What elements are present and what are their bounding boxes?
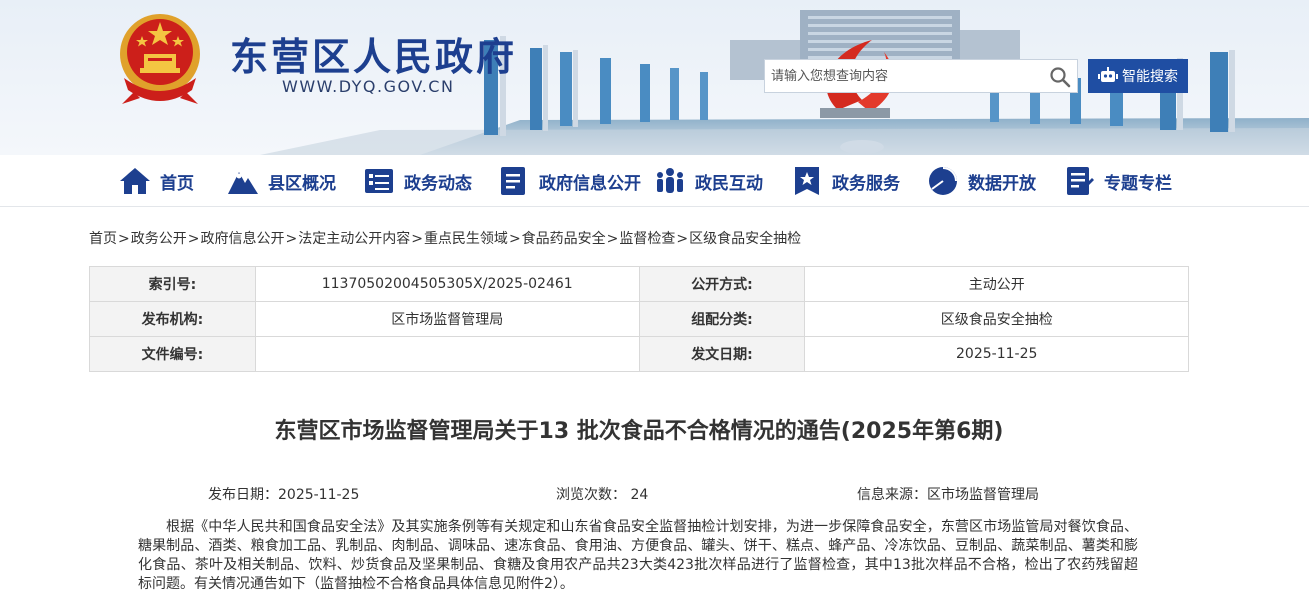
star-badge-icon — [795, 167, 819, 195]
news-list-icon — [365, 169, 393, 193]
nav-label: 数据开放 — [968, 173, 1036, 194]
publisher-label: 发布机构: — [89, 301, 256, 337]
breadcrumb-separator: > — [606, 231, 619, 247]
breadcrumb: 首页>政务公开>政府信息公开>法定主动公开内容>重点民生领域>食品药品安全>监督… — [89, 228, 801, 248]
nav-item-open-data[interactable]: 数据开放 — [926, 155, 1036, 207]
breadcrumb-link[interactable]: 区级食品安全抽检 — [689, 231, 801, 247]
breadcrumb-separator: > — [187, 231, 200, 247]
nav-item-services[interactable]: 政务服务 — [790, 155, 900, 207]
pie-chart-icon — [929, 167, 957, 195]
info-source: 信息来源：区市场监督管理局 — [857, 487, 1039, 503]
document-icon — [501, 167, 525, 195]
table-row: 索引号: 11370502004505305X/2025-02461 公开方式:… — [89, 266, 1189, 302]
national-emblem-logo — [120, 14, 200, 104]
mountain-icon — [228, 172, 258, 194]
nav-label: 政务服务 — [832, 173, 900, 194]
nav-label: 专题专栏 — [1104, 173, 1172, 194]
nav-label: 县区概况 — [268, 173, 336, 194]
breadcrumb-link[interactable]: 重点民生领域 — [424, 231, 508, 247]
header-banner: 东营区人民政府 WWW.DYQ.GOV.CN 智能搜索 — [0, 0, 1309, 155]
doc-number-label: 文件编号: — [89, 336, 256, 372]
smart-search-label: 智能搜索 — [1122, 69, 1178, 85]
breadcrumb-separator: > — [508, 231, 521, 247]
nav-item-home[interactable]: 首页 — [118, 155, 194, 207]
nav-item-info-disclosure[interactable]: 政府信息公开 — [497, 155, 641, 207]
breadcrumb-separator: > — [411, 231, 423, 247]
clipboard-icon — [1067, 167, 1094, 195]
index-label: 索引号: — [89, 266, 256, 302]
breadcrumb-link[interactable]: 政府信息公开 — [200, 231, 284, 247]
nav-label: 政民互动 — [695, 173, 763, 194]
breadcrumb-link[interactable]: 法定主动公开内容 — [298, 231, 410, 247]
public-mode-label: 公开方式: — [638, 266, 806, 302]
breadcrumb-link[interactable]: 监督检查 — [619, 231, 675, 247]
search-input[interactable] — [765, 60, 1041, 92]
breadcrumb-separator: > — [676, 231, 689, 247]
breadcrumb-link[interactable]: 首页 — [89, 231, 117, 247]
nav-item-gov-news[interactable]: 政务动态 — [362, 155, 472, 207]
publish-date: 发布日期：2025-11-25 — [208, 487, 360, 503]
category-label: 组配分类: — [638, 301, 806, 337]
main-nav: 首页 县区概况 政务动态 政府信息公开 政民互动 政务服务 数据开放 专题专栏 — [0, 155, 1309, 207]
home-icon — [120, 168, 150, 194]
table-row: 发布机构: 区市场监督管理局 组配分类: 区级食品安全抽检 — [89, 301, 1189, 337]
nav-item-county-overview[interactable]: 县区概况 — [226, 155, 336, 207]
article-paragraph: 根据《中华人民共和国食品安全法》及其实施条例等有关规定和山东省食品安全监督抽检计… — [138, 519, 1138, 592]
nav-item-interaction[interactable]: 政民互动 — [653, 155, 763, 207]
breadcrumb-separator: > — [285, 231, 298, 247]
document-meta-table: 索引号: 11370502004505305X/2025-02461 公开方式:… — [89, 266, 1189, 372]
search-icon[interactable] — [1049, 66, 1071, 88]
issue-date-label: 发文日期: — [638, 336, 806, 372]
breadcrumb-link[interactable]: 食品药品安全 — [522, 231, 606, 247]
robot-icon — [1098, 67, 1118, 82]
category-value: 区级食品安全抽检 — [804, 301, 1189, 337]
nav-label: 政府信息公开 — [539, 173, 641, 194]
breadcrumb-separator: > — [118, 231, 130, 247]
article-title: 东营区市场监督管理局关于13 批次食品不合格情况的通告(2025年第6期) — [274, 419, 1004, 444]
people-icon — [657, 168, 683, 193]
nav-item-special-topics[interactable]: 专题专栏 — [1062, 155, 1172, 207]
site-name: 东营区人民政府 — [230, 34, 518, 79]
site-url: WWW.DYQ.GOV.CN — [282, 77, 455, 96]
table-row: 文件编号: 发文日期: 2025-11-25 — [89, 336, 1189, 372]
search-box — [764, 59, 1078, 93]
publisher-value: 区市场监督管理局 — [254, 301, 640, 337]
breadcrumb-link[interactable]: 政务公开 — [131, 231, 187, 247]
doc-number-value — [254, 336, 640, 372]
issue-date-value: 2025-11-25 — [804, 336, 1189, 372]
index-value: 11370502004505305X/2025-02461 — [254, 266, 640, 302]
smart-search-button[interactable]: 智能搜索 — [1088, 59, 1188, 93]
nav-label: 首页 — [160, 173, 194, 194]
view-count: 浏览次数： 24 — [556, 487, 649, 503]
nav-label: 政务动态 — [404, 173, 472, 194]
public-mode-value: 主动公开 — [804, 266, 1189, 302]
